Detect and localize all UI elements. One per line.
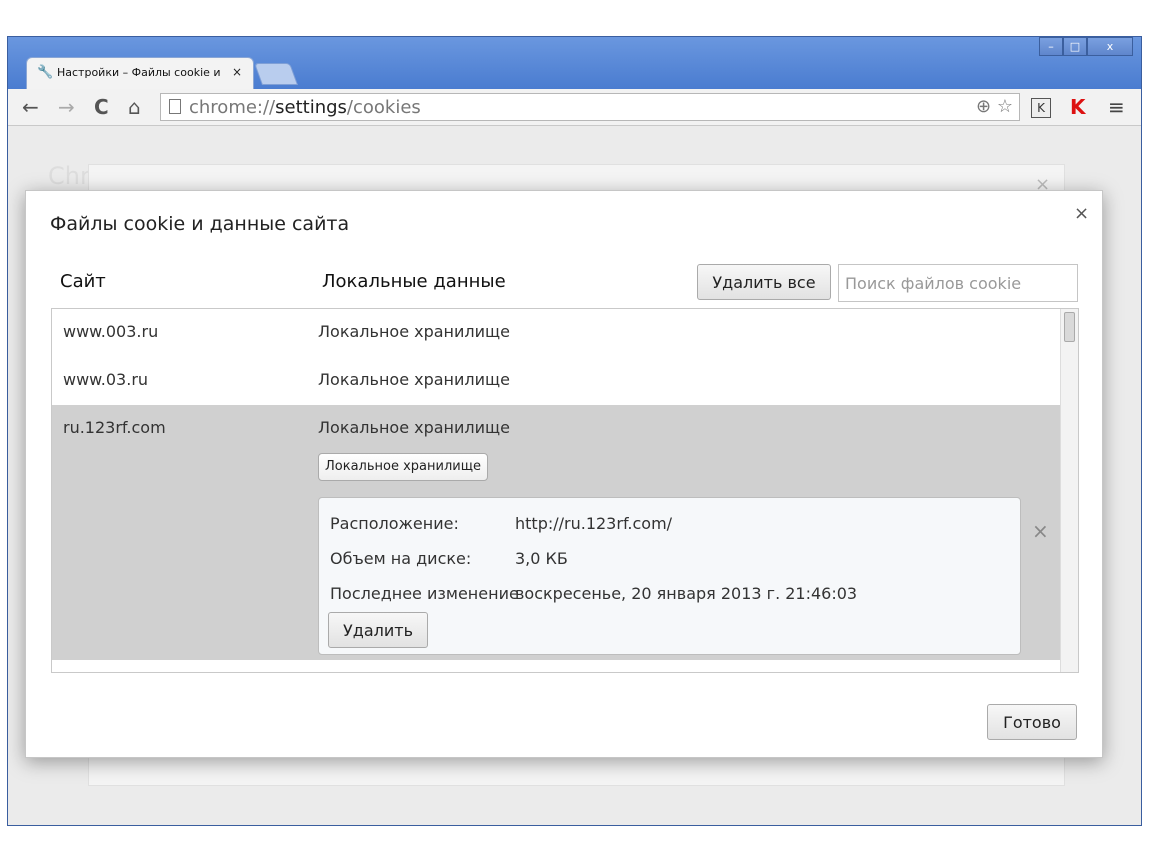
list-item[interactable]: www.003.ru Локальное хранилище xyxy=(52,309,1060,357)
close-icon[interactable]: × xyxy=(1074,203,1089,224)
local-data: Локальное хранилище xyxy=(318,370,510,389)
new-tab-button[interactable] xyxy=(253,63,299,85)
wrench-icon: 🔧 xyxy=(37,65,54,80)
browser-toolbar: ← → C ⌂ chrome://settings/cookies ⊕ ☆ K … xyxy=(8,89,1141,126)
url-text: chrome://settings/cookies xyxy=(189,97,421,118)
address-bar[interactable]: chrome://settings/cookies ⊕ ☆ xyxy=(160,93,1020,121)
k-extension-icon[interactable]: K xyxy=(1031,98,1051,118)
site-name: www.003.ru xyxy=(63,322,159,341)
page-icon xyxy=(169,99,181,114)
scrollbar[interactable] xyxy=(1060,309,1078,672)
reload-icon[interactable]: C xyxy=(94,95,109,119)
tab-settings-cookies[interactable]: 🔧 Настройки – Файлы cookie и × xyxy=(26,57,254,89)
site-name: ru.123rf.com xyxy=(63,418,166,437)
cookies-dialog: Файлы cookie и данные сайта × Сайт Локал… xyxy=(25,190,1103,758)
search-cookies-input[interactable] xyxy=(838,264,1078,302)
column-header-site: Сайт xyxy=(60,271,106,292)
last-modified-label: Последнее изменение xyxy=(330,584,519,603)
tab-title: Настройки – Файлы cookie и xyxy=(57,66,221,79)
dialog-title: Файлы cookie и данные сайта xyxy=(50,213,350,235)
last-modified-value: воскресенье, 20 января 2013 г. 21:46:03 xyxy=(515,584,858,603)
cookie-detail-panel: Расположение: http://ru.123rf.com/ Объем… xyxy=(318,497,1021,655)
tab-close-icon[interactable]: × xyxy=(232,65,242,79)
done-button[interactable]: Готово xyxy=(987,704,1077,740)
window-close-button[interactable]: x xyxy=(1087,37,1133,56)
size-value: 3,0 КБ xyxy=(515,549,568,568)
zoom-icon[interactable]: ⊕ xyxy=(976,96,991,117)
location-label: Расположение: xyxy=(330,514,459,533)
local-data: Локальное хранилище xyxy=(318,418,510,437)
location-value: http://ru.123rf.com/ xyxy=(515,514,673,533)
delete-button[interactable]: Удалить xyxy=(328,612,428,648)
minimize-button[interactable]: – xyxy=(1039,37,1063,56)
cookie-list: www.003.ru Локальное хранилище www.03.ru… xyxy=(51,308,1079,673)
window-controls: – □ x xyxy=(1039,37,1133,57)
site-name: www.03.ru xyxy=(63,370,149,389)
kaspersky-icon[interactable]: K xyxy=(1070,95,1086,119)
remove-item-icon[interactable]: × xyxy=(1032,519,1049,543)
list-item[interactable]: www.03.ru Локальное хранилище xyxy=(52,357,1060,405)
scrollbar-thumb[interactable] xyxy=(1064,312,1075,342)
column-header-local-data: Локальные данные xyxy=(322,271,506,292)
delete-all-button[interactable]: Удалить все xyxy=(697,264,831,300)
local-data: Локальное хранилище xyxy=(318,322,510,341)
home-icon[interactable]: ⌂ xyxy=(128,95,141,119)
local-storage-chip[interactable]: Локальное хранилище xyxy=(318,453,488,481)
list-item-selected[interactable]: ru.123rf.com Локальное хранилище Локальн… xyxy=(52,405,1060,660)
background-page-title: Chr xyxy=(48,162,90,190)
star-icon[interactable]: ☆ xyxy=(997,96,1013,117)
size-label: Объем на диске: xyxy=(330,549,472,568)
back-arrow-icon[interactable]: ← xyxy=(22,95,39,119)
omnibox-icons: ⊕ ☆ xyxy=(976,96,1013,117)
menu-icon[interactable]: ≡ xyxy=(1108,95,1125,119)
title-bar: 🔧 Настройки – Файлы cookie и × – □ x xyxy=(8,37,1141,89)
maximize-button[interactable]: □ xyxy=(1063,37,1087,56)
forward-arrow-icon[interactable]: → xyxy=(58,95,75,119)
